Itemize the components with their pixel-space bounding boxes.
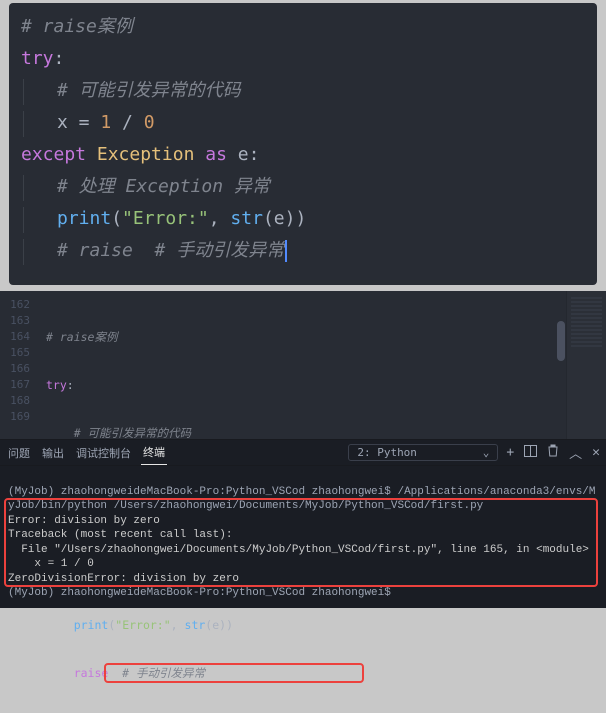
code-line: # 可能引发异常的代码 [21,75,587,107]
terminal-select-label: 2: Python [357,446,417,459]
op: = [68,112,101,133]
tab-debug-console[interactable]: 调试控制台 [74,441,133,465]
comment-text: # 可能引发异常的代码 [57,80,241,101]
code-line: except Exception as e: [21,139,587,171]
vertical-scrollbar[interactable] [556,291,566,439]
trash-icon[interactable] [547,444,559,461]
code-line: # raise案例 [46,329,566,345]
chevron-down-icon: ⌄ [483,446,490,459]
output-line: Traceback (most recent call last): [8,529,232,541]
new-terminal-icon[interactable]: + [506,445,514,460]
chevron-up-icon[interactable]: ︿ [569,443,582,462]
comment-text: # 手动引发异常 [108,666,205,680]
close-icon[interactable]: ✕ [592,445,600,460]
line-number: 162 [0,297,30,313]
colon: : [249,144,260,165]
comment-text: # 处理 Exception 异常 [57,176,270,197]
code-line: # 处理 Exception 异常 [21,171,587,203]
class-name: Exception [97,144,195,165]
output-line: Error: division by zero [8,515,160,527]
keyword-as: as [205,144,227,165]
var: e [238,144,249,165]
code-line: # raise案例 [21,11,587,43]
code-editor[interactable]: 162 163 164 165 166 167 168 169 # raise案… [0,291,606,439]
colon: : [67,378,74,392]
terminal-select[interactable]: 2: Python ⌄ [348,444,498,461]
keyword-raise: raise [74,666,109,680]
op: / [111,112,144,133]
line-number: 164 [0,329,30,345]
keyword-try: try [46,378,67,392]
colon: : [54,48,65,69]
tab-output[interactable]: 输出 [40,441,66,465]
terminal-body[interactable]: (MyJob) zhaohongweideMacBook-Pro:Python_… [0,466,606,632]
code-line: raise # 手动引发异常 [46,665,566,681]
keyword-try: try [21,48,54,69]
string: "Error:" [122,208,209,229]
panel-tabs: 问题 输出 调试控制台 终端 2: Python ⌄ + ︿ ✕ [0,440,606,466]
tab-problems[interactable]: 问题 [6,441,32,465]
panel: 问题 输出 调试控制台 终端 2: Python ⌄ + ︿ ✕ (MyJob)… [0,439,606,608]
prompt-line: (MyJob) zhaohongweideMacBook-Pro:Python_… [8,486,596,513]
code-line: try: [46,377,566,393]
builtin-str: str [230,208,263,229]
line-number: 168 [0,393,30,409]
comment-text: # raise案例 [46,330,117,344]
paren: )) [285,208,307,229]
line-number: 167 [0,377,30,393]
comment-text: # raise # 手动引发异常 [57,240,284,261]
keyword-except: except [21,144,86,165]
space [194,144,205,165]
text-cursor [285,240,287,262]
tab-terminal[interactable]: 终端 [141,440,167,465]
var: e [274,208,285,229]
paren: ( [263,208,274,229]
code-line: x = 1 / 0 [21,107,587,139]
code-area[interactable]: # raise案例 try: # 可能引发异常的代码 x = 1 / 0 exc… [36,291,566,439]
var: x [57,112,68,133]
comment-text: # 可能引发异常的代码 [74,426,191,440]
number: 1 [100,112,111,133]
output-line: ZeroDivisionError: division by zero [8,573,239,585]
split-terminal-icon[interactable] [524,445,537,461]
space [86,144,97,165]
code-line: try: [21,43,587,75]
output-line: File "/Users/zhaohongwei/Documents/MyJob… [8,544,589,556]
line-number-gutter: 162 163 164 165 166 167 168 169 [0,291,36,439]
minimap[interactable] [566,291,606,439]
line-number: 163 [0,313,30,329]
minimap-content [571,297,602,347]
comma: , [209,208,231,229]
paren: ( [111,208,122,229]
code-line: print("Error:", str(e)) [21,203,587,235]
line-number: 169 [0,409,30,425]
space [227,144,238,165]
prompt-line: (MyJob) zhaohongweideMacBook-Pro:Python_… [8,587,391,599]
line-number: 165 [0,345,30,361]
terminal-action-icons: + ︿ ✕ [506,443,600,462]
number: 0 [144,112,155,133]
code-line: # raise # 手动引发异常 [21,235,587,267]
line-number: 166 [0,361,30,377]
comment-text: # raise案例 [21,16,133,37]
builtin-print: print [57,208,111,229]
enlarged-code-view: # raise案例 try: # 可能引发异常的代码 x = 1 / 0 exc… [9,3,597,285]
output-line: x = 1 / 0 [8,558,94,570]
